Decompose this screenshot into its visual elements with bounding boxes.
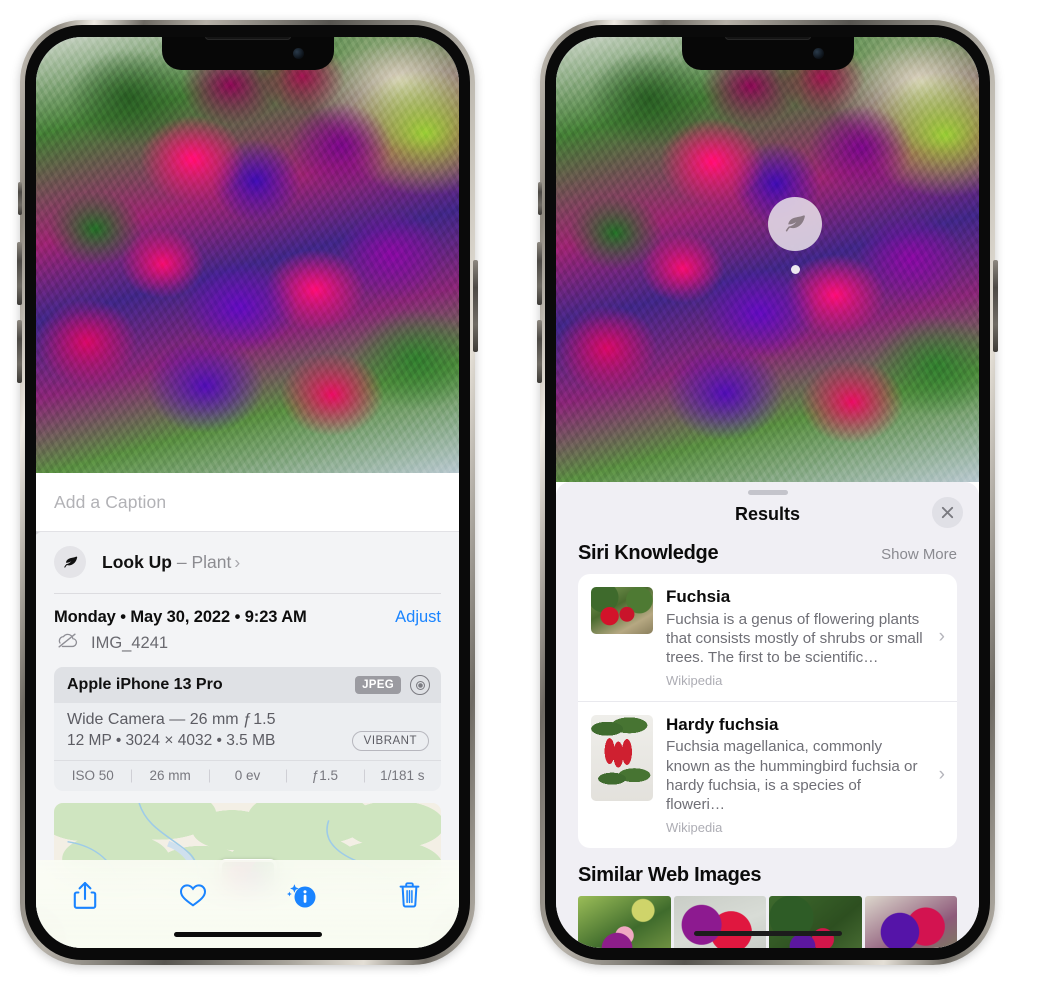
volume-down-button[interactable]: [537, 320, 542, 383]
photographic-style-badge: VIBRANT: [351, 731, 429, 751]
web-image-thumbnail[interactable]: [864, 895, 957, 948]
volume-up-button[interactable]: [537, 242, 542, 305]
exif-row: ISO 50 26 mm 0 ev ƒ1.5 1/181 s: [54, 760, 441, 791]
results-header: Results: [556, 495, 979, 538]
list-item-source: Wikipedia: [666, 672, 723, 688]
hdr-target-icon: [410, 675, 430, 695]
adjust-button[interactable]: Adjust: [395, 608, 441, 627]
web-image-thumbnail[interactable]: [769, 895, 862, 948]
exif-iso: ISO 50: [71, 768, 114, 783]
look-up-row[interactable]: ✦ ✦ Look Up – Plant›: [36, 525, 459, 593]
photo-texture-overlay: [36, 37, 459, 473]
siri-knowledge-title: Siri Knowledge: [578, 542, 719, 564]
show-more-button[interactable]: Show More: [881, 546, 957, 563]
look-up-separator: –: [172, 551, 192, 572]
iphone-device-right: Results Siri Knowledge Show More Fuchsia…: [537, 20, 998, 965]
datetime-row: Monday • May 30, 2022 • 9:23 AM Adjust: [36, 594, 459, 627]
front-camera-icon: [292, 48, 304, 59]
list-item-body: Hardy fuchsia Fuchsia magellanica, commo…: [666, 715, 924, 835]
chevron-right-icon: ›: [938, 626, 945, 648]
subject-anchor-dot-icon: [791, 265, 800, 274]
camera-spec-row: 12 MP • 3024 × 4032 • 3.5 MB VIBRANT: [67, 731, 429, 751]
siri-knowledge-card: Fuchsia Fuchsia is a genus of flowering …: [578, 574, 957, 848]
photo-viewer[interactable]: [556, 37, 979, 482]
volume-up-button[interactable]: [17, 242, 22, 305]
cloud-slash-icon: [56, 632, 79, 654]
list-item-title: Fuchsia: [666, 587, 731, 606]
format-badge: JPEG: [355, 676, 401, 694]
exif-focal-length: 26 mm: [131, 768, 208, 783]
silence-switch[interactable]: [18, 182, 22, 215]
camera-body: Wide Camera — 26 mm ƒ 1.5 12 MP • 3024 ×…: [54, 703, 441, 760]
chevron-right-icon: ›: [938, 763, 945, 785]
leaf-icon[interactable]: [768, 197, 822, 251]
iphone-device-left: Add a Caption ✦ ✦ L: [17, 20, 478, 965]
earpiece-speaker-icon: [204, 37, 291, 40]
camera-info-card: Apple iPhone 13 Pro JPEG Wide Camera — 2…: [54, 667, 441, 791]
volume-down-button[interactable]: [17, 320, 22, 383]
home-indicator[interactable]: [693, 931, 842, 936]
list-item-title: Hardy fuchsia: [666, 714, 779, 734]
share-icon[interactable]: [64, 878, 106, 912]
front-camera-icon: [812, 48, 824, 59]
power-button[interactable]: [473, 260, 478, 352]
similar-web-images-strip[interactable]: [556, 895, 979, 948]
list-item-description: Fuchsia magellanica, commonly known as t…: [666, 738, 918, 814]
device-bezel-left: Add a Caption ✦ ✦ L: [25, 25, 470, 960]
look-up-subject: Plant: [191, 551, 232, 572]
photo-detail-sheet: ✦ ✦ Look Up – Plant›: [36, 525, 459, 948]
look-up-title: Look Up: [102, 551, 172, 572]
results-title: Results: [734, 504, 801, 524]
home-indicator[interactable]: [173, 932, 322, 937]
siri-knowledge-header: Siri Knowledge Show More: [556, 538, 979, 574]
power-button[interactable]: [993, 260, 998, 352]
filename-row: IMG_4241: [36, 627, 459, 654]
exif-aperture: ƒ1.5: [286, 768, 363, 783]
photo-texture-overlay: [556, 37, 979, 482]
photo-datetime: Monday • May 30, 2022 • 9:23 AM: [54, 608, 307, 626]
camera-lens-line: Wide Camera — 26 mm ƒ 1.5: [67, 711, 276, 728]
caption-field-row[interactable]: Add a Caption: [36, 473, 459, 531]
camera-model: Apple iPhone 13 Pro: [67, 676, 223, 693]
photo-filename: IMG_4241: [91, 633, 169, 652]
fuchsia-thumbnail: [591, 587, 653, 634]
exif-shutter-speed: 1/181 s: [364, 768, 441, 783]
camera-badges: JPEG: [355, 675, 430, 695]
notch: [681, 37, 854, 70]
list-item[interactable]: Hardy fuchsia Fuchsia magellanica, commo…: [578, 700, 957, 848]
hardy-fuchsia-thumbnail: [591, 714, 653, 801]
look-up-label: Look Up – Plant ›: [102, 552, 240, 573]
photo-toolbar: [36, 860, 459, 948]
camera-header: Apple iPhone 13 Pro JPEG: [54, 667, 441, 703]
caption-input[interactable]: Add a Caption: [54, 492, 166, 513]
web-image-thumbnail[interactable]: [673, 895, 766, 948]
camera-spec-line: 12 MP • 3024 × 4032 • 3.5 MB: [67, 732, 276, 749]
close-icon[interactable]: [932, 497, 963, 528]
earpiece-speaker-icon: [724, 37, 811, 40]
list-item-description: Fuchsia is a genus of flowering plants t…: [666, 610, 923, 667]
chevron-right-icon: ›: [234, 551, 241, 572]
similar-web-images-header: Similar Web Images: [556, 848, 979, 896]
list-item[interactable]: Fuchsia Fuchsia is a genus of flowering …: [578, 574, 957, 701]
exif-exposure: 0 ev: [209, 768, 286, 783]
leaf-icon: [54, 546, 86, 578]
screen-right: Results Siri Knowledge Show More Fuchsia…: [556, 37, 979, 948]
silence-switch[interactable]: [538, 182, 542, 215]
screen-left: Add a Caption ✦ ✦ L: [36, 37, 459, 948]
heart-icon[interactable]: [172, 878, 214, 912]
photo-viewer[interactable]: [36, 37, 459, 473]
notch: [161, 37, 334, 70]
screenshot-stage: Add a Caption ✦ ✦ L: [0, 0, 1055, 985]
web-image-thumbnail[interactable]: [578, 895, 671, 948]
info-sparkle-icon[interactable]: [281, 878, 323, 912]
similar-web-images-title: Similar Web Images: [578, 863, 762, 886]
results-sheet: Results Siri Knowledge Show More Fuchsia…: [556, 482, 979, 948]
trash-icon[interactable]: [389, 878, 431, 912]
device-bezel-right: Results Siri Knowledge Show More Fuchsia…: [545, 25, 990, 960]
list-item-source: Wikipedia: [666, 819, 723, 835]
list-item-body: Fuchsia Fuchsia is a genus of flowering …: [666, 587, 924, 688]
